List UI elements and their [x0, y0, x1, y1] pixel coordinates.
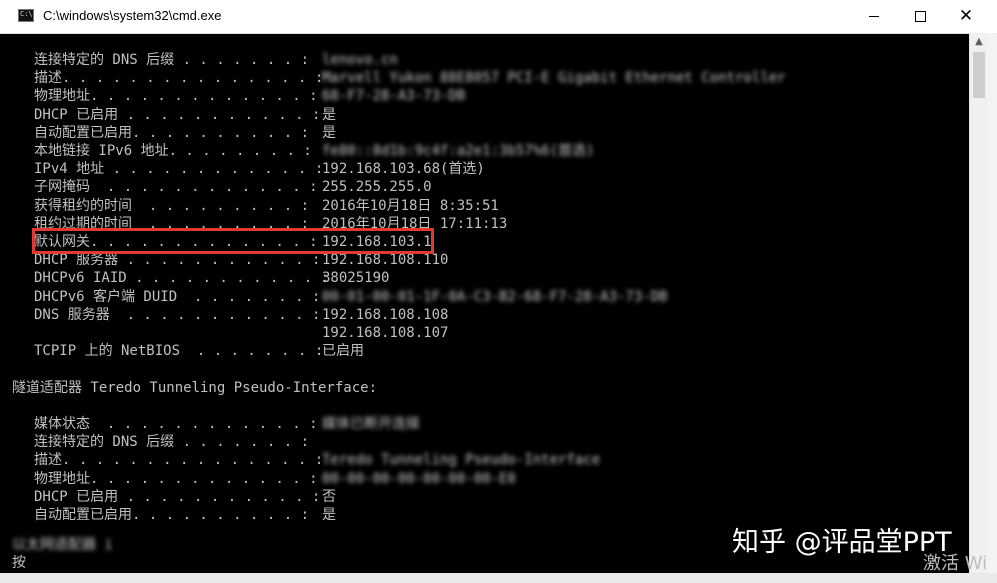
console-line-value: Teredo Tunneling Pseudo-Interface [322, 452, 601, 469]
console-line-label: DHCPv6 客户端 DUID . . . . . . . : [34, 288, 321, 305]
console-line-label: DHCP 已启用 . . . . . . . . . . . : [34, 106, 321, 123]
console-line-value: 已启用 [322, 343, 364, 360]
console-line-label: 描述. . . . . . . . . . . . . . . : [34, 452, 324, 469]
console-line-label: IPv4 地址 . . . . . . . . . . . . : [34, 161, 324, 178]
console-line: 隧道适配器 Teredo Tunneling Pseudo-Interface: [12, 379, 377, 397]
console-line-label: 描述. . . . . . . . . . . . . . . : [34, 70, 324, 87]
maximize-icon [914, 11, 926, 22]
console-line-label: 子网掩码 . . . . . . . . . . . . : [34, 179, 318, 196]
console-line-label: 物理地址. . . . . . . . . . . . . : [34, 470, 318, 487]
console-line-label: DHCP 服务器 . . . . . . . . . . . : [34, 252, 321, 269]
console-line-label: 自动配置已启用. . . . . . . . . . : [34, 507, 310, 523]
console-line: 子网掩码 . . . . . . . . . . . . : [34, 178, 318, 196]
console-line: 物理地址. . . . . . . . . . . . . : [34, 470, 318, 488]
console-line: 媒体状态 . . . . . . . . . . . . : [34, 415, 318, 433]
vertical-scrollbar[interactable]: ▲ [969, 33, 988, 573]
blurred-fragment [0, 537, 230, 577]
console-line: 连接特定的 DNS 后缀 . . . . . . . : [34, 51, 309, 69]
console-line-label: 连接特定的 DNS 后缀 . . . . . . . : [34, 434, 310, 451]
console-line-value: Marvell Yukon 88E8057 PCI-E Gigabit Ethe… [322, 70, 786, 87]
console-line: 获得租约的时间 . . . . . . . . . : [34, 197, 309, 215]
console-line-label: 隧道适配器 Teredo Tunneling Pseudo-Interface: [12, 379, 378, 396]
console-line-value: 192.168.103.68(首选) [322, 161, 485, 178]
activate-windows-text: 激活 Wi [923, 553, 988, 574]
console-line-value: 68-F7-28-A3-73-DB [322, 88, 466, 105]
console-line: 自动配置已启用. . . . . . . . . . : [34, 124, 309, 142]
console-line-value: 255.255.255.0 [322, 179, 432, 196]
console-line: DNS 服务器 . . . . . . . . . . . : [34, 306, 320, 324]
console-line-value: 否 [322, 488, 336, 505]
console-line-value: 192.168.108.107 [322, 325, 449, 341]
window-title: C:\windows\system32\cmd.exe [43, 8, 222, 23]
scroll-thumb[interactable] [973, 52, 985, 98]
gateway-highlight-box [32, 228, 434, 254]
console-line: 物理地址. . . . . . . . . . . . . : [34, 87, 318, 105]
minimize-button[interactable] [851, 0, 897, 33]
console-line-value: 192.168.108.108 [322, 306, 449, 323]
scroll-up-arrow-icon[interactable]: ▲ [970, 33, 988, 50]
console-line-label: 本地链接 IPv6 地址. . . . . . . . : [34, 143, 312, 159]
console-line: 描述. . . . . . . . . . . . . . . : [34, 69, 323, 87]
console-line: 描述. . . . . . . . . . . . . . . : [34, 451, 323, 469]
console-line-label: TCPIP 上的 NetBIOS . . . . . . . : [34, 343, 324, 360]
console-line: IPv4 地址 . . . . . . . . . . . . : [34, 160, 323, 178]
console-line-value: 00-00-00-00-00-00-00-E0 [322, 470, 516, 487]
console-line: 自动配置已启用. . . . . . . . . . : [34, 506, 309, 524]
window-right-edge [987, 33, 997, 583]
console-line: 连接特定的 DNS 后缀 . . . . . . . : [34, 433, 309, 451]
console-line-value: 是 [322, 124, 336, 141]
console-line-label: 物理地址. . . . . . . . . . . . . : [34, 88, 318, 105]
console-line-value: 38025190 [322, 270, 390, 287]
console-line-label: DHCPv6 IAID . . . . . . . . . . . : [34, 270, 330, 287]
console-line-label: DHCP 已启用 . . . . . . . . . . . : [34, 488, 321, 505]
watermark-text: 知乎 @评品堂PPT [732, 527, 952, 558]
console-line-label: 获得租约的时间 . . . . . . . . . : [34, 197, 310, 214]
console-line-value: 2016年10月18日 8:35:51 [322, 197, 499, 214]
console-line: 本地链接 IPv6 地址. . . . . . . . : [34, 142, 312, 160]
console-line-value: 00-01-00-01-1F-0A-C3-B2-68-F7-28-A3-73-D… [322, 288, 668, 305]
console-line-label: 媒体状态 . . . . . . . . . . . . : [34, 416, 318, 432]
close-icon: ✕ [958, 6, 974, 26]
cmd-app-icon[interactable] [18, 9, 34, 22]
title-bar: C:\windows\system32\cmd.exe ✕ [0, 0, 997, 34]
console-output[interactable]: 连接特定的 DNS 后缀 . . . . . . . : lenovo.cn 描述.… [0, 33, 968, 573]
close-button[interactable]: ✕ [943, 0, 989, 33]
console-line: DHCPv6 IAID . . . . . . . . . . . : [34, 269, 329, 287]
console-line-label: 连接特定的 DNS 后缀 . . . . . . . : [34, 52, 310, 68]
console-line-value: fe80::8d1b:9c4f:a2e1:3b57%6(首选) [322, 143, 595, 159]
console-line: TCPIP 上的 NetBIOS . . . . . . . : [34, 342, 323, 360]
console-line-value: 是 [322, 106, 336, 123]
console-line: DHCP 已启用 . . . . . . . . . . . : [34, 488, 320, 506]
console-line: DHCP 已启用 . . . . . . . . . . . : [34, 106, 320, 124]
console-line-value: lenovo.cn [322, 52, 398, 68]
console-line: DHCPv6 客户端 DUID . . . . . . . : [34, 288, 320, 306]
console-line-value: 媒体已断开连接 [322, 416, 420, 432]
console-line-value: 是 [322, 507, 336, 523]
maximize-button[interactable] [897, 0, 943, 33]
console-line-label: 自动配置已启用. . . . . . . . . . : [34, 124, 310, 141]
console-line-label: DNS 服务器 . . . . . . . . . . . : [34, 306, 321, 323]
minimize-icon [869, 16, 879, 17]
